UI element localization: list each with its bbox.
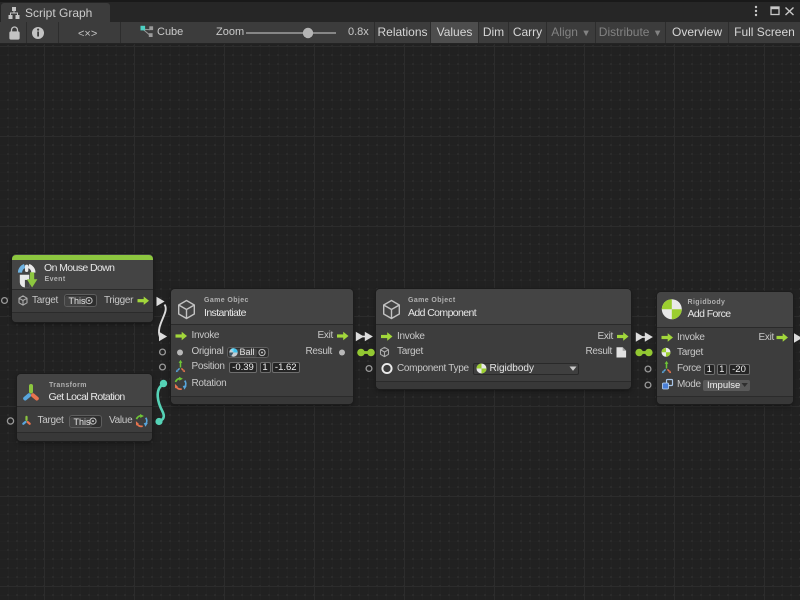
svg-text:<×>: <×>	[78, 28, 97, 40]
